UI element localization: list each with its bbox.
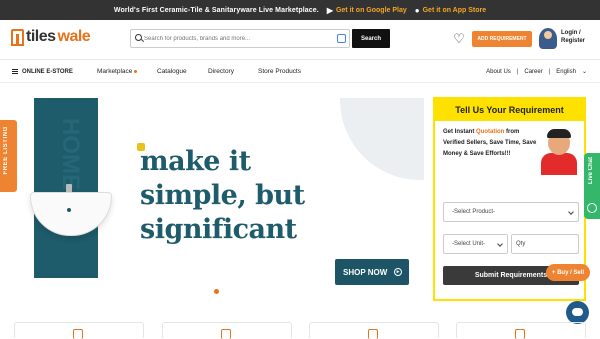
live-chat-tab[interactable]: Live Chat [584, 153, 600, 219]
search-button[interactable]: Search [352, 29, 390, 48]
hero-side-text: HOME [57, 118, 84, 190]
visual-search-icon[interactable] [337, 34, 346, 43]
nav-right-links: About Us | Career | English ⌄ [486, 68, 587, 76]
thinking-man-image [538, 127, 578, 175]
select-product-label: -Select Product- [452, 209, 496, 215]
requirement-description: Get Instant Quotation from Verified Sell… [443, 127, 538, 160]
hamburger-icon [12, 69, 18, 74]
arrow-right-icon: ▸ [394, 268, 402, 276]
register-label: Register [561, 38, 586, 44]
search-input[interactable] [131, 30, 321, 47]
headline-line-2: simple, but [140, 180, 305, 211]
shop-now-button[interactable]: SHOP NOW ▸ [335, 259, 409, 285]
main-nav: ONLINE E-STORE Marketplace Catalogue Dir… [0, 61, 600, 83]
about-us-link[interactable]: About Us [486, 69, 511, 75]
career-link[interactable]: Career [524, 69, 542, 75]
nav-item-catalogue[interactable]: Catalogue [157, 68, 187, 75]
nav-item-store-products[interactable]: Store Products [258, 68, 301, 75]
login-label: Login / [561, 30, 581, 36]
category-cards [14, 322, 590, 339]
man-body [541, 153, 577, 175]
logo-text-wale: wale [57, 28, 91, 45]
online-estore-label: ONLINE E-STORE [22, 68, 73, 75]
chat-bubble-icon[interactable] [566, 301, 589, 324]
desc-highlight: Quotation [476, 129, 505, 135]
user-avatar[interactable] [539, 28, 557, 49]
free-listing-tab[interactable]: FREE LISTING [0, 120, 17, 192]
search-box [130, 29, 350, 48]
nav-separator: | [516, 68, 519, 75]
carousel-indicator[interactable] [214, 289, 219, 294]
chevron-down-icon [568, 209, 574, 215]
add-requirement-button[interactable]: ADD REQUIREMENT [472, 31, 532, 47]
whatsapp-icon [587, 203, 597, 213]
desc-pre: Get Instant [443, 129, 477, 135]
language-select[interactable]: English [556, 69, 576, 75]
basin-drain [67, 208, 71, 212]
chevron-down-icon: ⌄ [581, 69, 587, 75]
search-icon [135, 34, 142, 41]
announcement-bar: World's First Ceramic-Tile & Sanitarywar… [0, 0, 600, 20]
live-chat-label: Live Chat [588, 157, 594, 185]
category-card[interactable] [309, 322, 439, 339]
wishlist-heart-icon[interactable]: ♡ [452, 32, 466, 46]
category-card[interactable] [14, 322, 144, 339]
logo-mark-icon [11, 28, 24, 46]
google-play-label: Get it on Google Play [335, 6, 407, 14]
category-card[interactable] [456, 322, 586, 339]
apple-icon: ● [414, 5, 420, 15]
quantity-placeholder: Qty [516, 241, 526, 247]
free-listing-label: FREE LISTING [3, 126, 9, 175]
requirement-title: Tell Us Your Requirement [435, 99, 584, 121]
man-hair [547, 129, 571, 138]
app-store-label: Get it on App Store [422, 6, 487, 14]
headline-line-3: significant [140, 214, 297, 245]
buy-sell-button[interactable]: + Buy / Sell [546, 264, 590, 281]
select-product-dropdown[interactable]: -Select Product- [443, 202, 579, 222]
login-register-link[interactable]: Login / Register [561, 29, 585, 45]
logo-text-tiles: tiles [26, 28, 56, 45]
site-logo[interactable]: tiles wale [11, 28, 91, 46]
marketplace-dot-icon [134, 69, 138, 73]
shop-now-label: SHOP NOW [343, 267, 388, 277]
nav-separator: | [548, 68, 551, 75]
hero-headline: make it simple, but significant [140, 145, 305, 247]
category-card[interactable] [162, 322, 292, 339]
nav-item-directory[interactable]: Directory [208, 68, 234, 75]
nav-marketplace-label: Marketplace [97, 68, 133, 75]
site-header: tileswale Search ♡ ADD REQUIREMENT Login… [0, 20, 600, 60]
nav-item-marketplace[interactable]: Marketplace [97, 68, 138, 75]
online-estore-menu[interactable]: ONLINE E-STORE [12, 69, 73, 75]
select-unit-label: -Select Unit- [452, 241, 486, 247]
headline-line-1: make it [140, 146, 251, 177]
chevron-down-icon [497, 241, 503, 247]
announcement-text: World's First Ceramic-Tile & Sanitarywar… [113, 6, 319, 14]
quantity-input[interactable]: Qty [511, 234, 579, 254]
select-unit-dropdown[interactable]: -Select Unit- [443, 234, 508, 254]
google-play-link[interactable]: ▶ Get it on Google Play [327, 6, 407, 15]
app-store-link[interactable]: ● Get it on App Store [415, 6, 486, 15]
play-store-icon: ▶ [326, 5, 333, 15]
